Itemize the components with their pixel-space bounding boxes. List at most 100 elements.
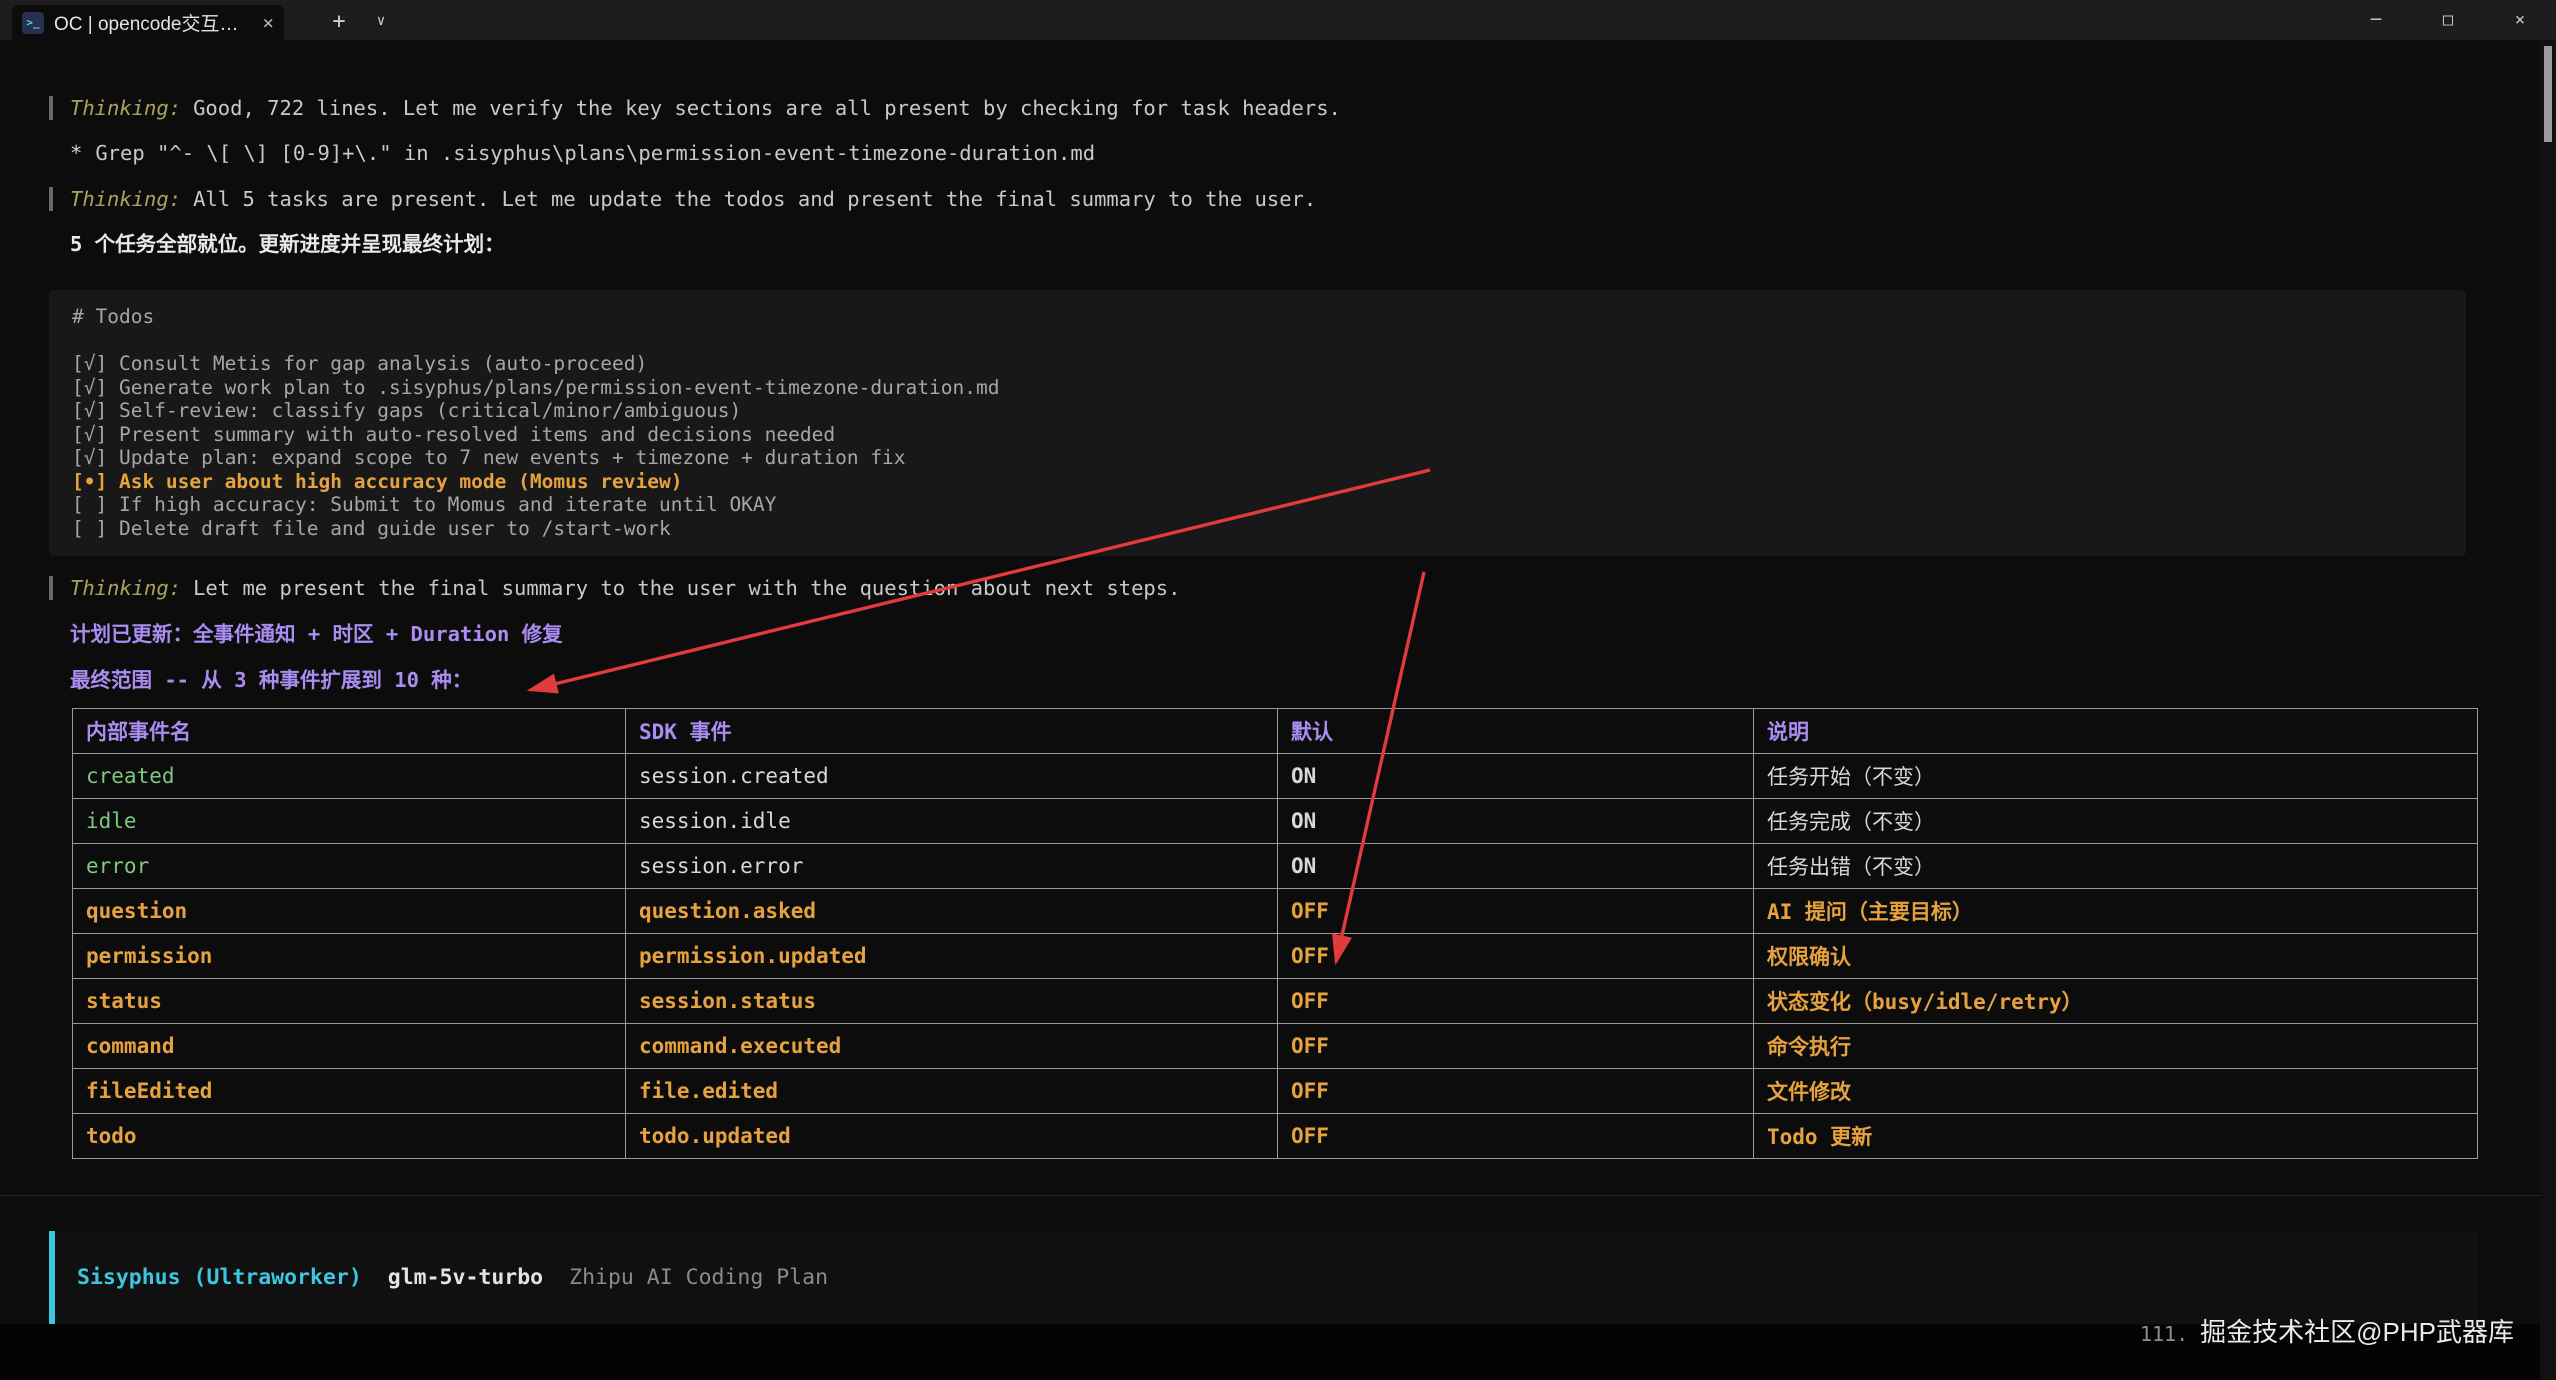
todo-item: [√] Generate work plan to .sisyphus/plan… xyxy=(72,376,2466,400)
todo-item: [√] Consult Metis for gap analysis (auto… xyxy=(72,352,2466,376)
cell-sdk: session.idle xyxy=(626,799,1278,844)
thinking-line-1: Thinking: Good, 722 lines. Let me verify … xyxy=(70,93,1341,123)
thinking-line-2: Thinking: All 5 tasks are present. Let me… xyxy=(70,184,1316,214)
cell-default: OFF xyxy=(1278,1024,1754,1069)
model-name: glm-5v-turbo xyxy=(388,1265,543,1290)
scrollbar-track[interactable] xyxy=(2540,40,2556,1380)
cell-description: 命令执行 xyxy=(1754,1024,2478,1069)
table-row-status: status session.status OFF 状态变化（busy/idle… xyxy=(73,979,2478,1024)
grep-command-text: Grep "^- \[ \] [0-9]+\." in .sisyphus\pl… xyxy=(95,141,1095,165)
todo-item: [ ] Delete draft file and guide user to … xyxy=(72,517,2466,541)
cell-name: status xyxy=(73,979,626,1024)
cell-name: fileEdited xyxy=(73,1069,626,1114)
cell-default: OFF xyxy=(1278,889,1754,934)
todos-panel: # Todos [√] Consult Metis for gap analys… xyxy=(49,290,2466,556)
cell-default: OFF xyxy=(1278,979,1754,1024)
header-default: 默认 xyxy=(1278,709,1754,754)
cell-default: OFF xyxy=(1278,1069,1754,1114)
cell-description: 任务开始（不变） xyxy=(1754,754,2478,799)
cell-description: 状态变化（busy/idle/retry） xyxy=(1754,979,2478,1024)
quote-bar xyxy=(49,96,53,120)
table-row-permission: permission permission.updated OFF 权限确认 xyxy=(73,934,2478,979)
cell-sdk: session.status xyxy=(626,979,1278,1024)
cell-description: 权限确认 xyxy=(1754,934,2478,979)
cell-default: OFF xyxy=(1278,934,1754,979)
cell-description: 任务完成（不变） xyxy=(1754,799,2478,844)
tool-call-icon: * xyxy=(70,141,82,165)
maximize-button[interactable]: □ xyxy=(2412,0,2484,40)
table-row-error: error session.error ON 任务出错（不变） xyxy=(73,844,2478,889)
cell-default: ON xyxy=(1278,799,1754,844)
watermark-text: 掘金技术社区@PHP武器库 xyxy=(2200,1312,2514,1349)
cell-sdk: command.executed xyxy=(626,1024,1278,1069)
todo-item: [ ] If high accuracy: Submit to Momus an… xyxy=(72,493,2466,517)
thinking-label: Thinking: xyxy=(70,96,181,120)
terminal-app-icon: >_ xyxy=(22,12,44,34)
cell-default: ON xyxy=(1278,754,1754,799)
table-row-fileEdited: fileEdited file.edited OFF 文件修改 xyxy=(73,1069,2478,1114)
header-sdk-event: SDK 事件 xyxy=(626,709,1278,754)
table-row-todo: todo todo.updated OFF Todo 更新 xyxy=(73,1114,2478,1159)
cell-name: created xyxy=(73,754,626,799)
cell-description: 任务出错（不变） xyxy=(1754,844,2478,889)
thinking-label: Thinking: xyxy=(70,576,181,600)
final-scope-line: 最终范围 -- 从 3 种事件扩展到 10 种： xyxy=(70,665,472,695)
close-button[interactable]: × xyxy=(2484,0,2556,40)
thinking-line-3: Thinking: Let me present the final summar… xyxy=(70,573,1180,603)
todo-item: [√] Present summary with auto-resolved i… xyxy=(72,423,2466,447)
cell-name: idle xyxy=(73,799,626,844)
cell-name: command xyxy=(73,1024,626,1069)
agent-name: Sisyphus (Ultraworker) xyxy=(77,1265,362,1290)
terminal-tab[interactable]: >_ OC | opencode交互提问事件挡 × xyxy=(12,5,284,40)
cell-default: ON xyxy=(1278,844,1754,889)
grep-tool-line: * Grep "^- \[ \] [0-9]+\." in .sisyphus\p… xyxy=(70,138,1095,168)
tab-close-icon[interactable]: × xyxy=(263,12,274,34)
todos-blank-line xyxy=(72,329,2466,353)
cell-sdk: session.created xyxy=(626,754,1278,799)
cell-name: error xyxy=(73,844,626,889)
tab-dropdown-chevron-icon[interactable]: ∨ xyxy=(364,7,398,35)
cell-description: AI 提问（主要目标） xyxy=(1754,889,2478,934)
minimize-button[interactable]: ─ xyxy=(2340,0,2412,40)
cell-sdk: todo.updated xyxy=(626,1114,1278,1159)
thinking-label: Thinking: xyxy=(70,187,181,211)
header-description: 说明 xyxy=(1754,709,2478,754)
thinking-text: Let me present the final summary to the … xyxy=(193,576,1180,600)
scrollbar-thumb[interactable] xyxy=(2544,46,2552,142)
thinking-text: Good, 722 lines. Let me verify the key s… xyxy=(193,96,1341,120)
content-divider xyxy=(0,1195,2556,1196)
header-internal-event: 内部事件名 xyxy=(73,709,626,754)
session-status-bar: Sisyphus (Ultraworker) glm-5v-turbo Zhip… xyxy=(49,1231,2478,1324)
status-message-cn: 5 个任务全部就位。更新进度并呈现最终计划： xyxy=(70,229,505,259)
todo-item: [√] Self-review: classify gaps (critical… xyxy=(72,399,2466,423)
cell-description: 文件修改 xyxy=(1754,1069,2478,1114)
todos-title: # Todos xyxy=(72,305,2466,329)
table-row-idle: idle session.idle ON 任务完成（不变） xyxy=(73,799,2478,844)
table-header-row: 内部事件名 SDK 事件 默认 说明 xyxy=(73,709,2478,754)
plan-name: Zhipu AI Coding Plan xyxy=(569,1265,828,1290)
cell-sdk: file.edited xyxy=(626,1069,1278,1114)
watermark-row: 111. 掘金技术社区@PHP武器库 xyxy=(2140,1312,2514,1349)
quote-bar xyxy=(49,576,53,600)
cell-name: permission xyxy=(73,934,626,979)
thinking-text: All 5 tasks are present. Let me update t… xyxy=(193,187,1316,211)
table-row-created: created session.created ON 任务开始（不变） xyxy=(73,754,2478,799)
tab-title: OC | opencode交互提问事件挡 xyxy=(54,9,253,36)
cell-default: OFF xyxy=(1278,1114,1754,1159)
table-row-question: question question.asked OFF AI 提问（主要目标） xyxy=(73,889,2478,934)
cell-sdk: session.error xyxy=(626,844,1278,889)
cell-sdk: question.asked xyxy=(626,889,1278,934)
cell-description: Todo 更新 xyxy=(1754,1114,2478,1159)
cell-name: question xyxy=(73,889,626,934)
new-tab-button[interactable]: + xyxy=(322,7,356,35)
todo-item-active: [•] Ask user about high accuracy mode (M… xyxy=(72,470,2466,494)
todo-item: [√] Update plan: expand scope to 7 new e… xyxy=(72,446,2466,470)
titlebar: >_ OC | opencode交互提问事件挡 × + ∨ ─ □ × xyxy=(0,0,2556,40)
cell-sdk: permission.updated xyxy=(626,934,1278,979)
window-controls: ─ □ × xyxy=(2340,0,2556,40)
plan-updated-line: 计划已更新：全事件通知 + 时区 + Duration 修复 xyxy=(70,619,563,649)
quote-bar xyxy=(49,187,53,211)
table-row-command: command command.executed OFF 命令执行 xyxy=(73,1024,2478,1069)
partial-number: 111. xyxy=(2140,1322,2188,1346)
cell-name: todo xyxy=(73,1114,626,1159)
